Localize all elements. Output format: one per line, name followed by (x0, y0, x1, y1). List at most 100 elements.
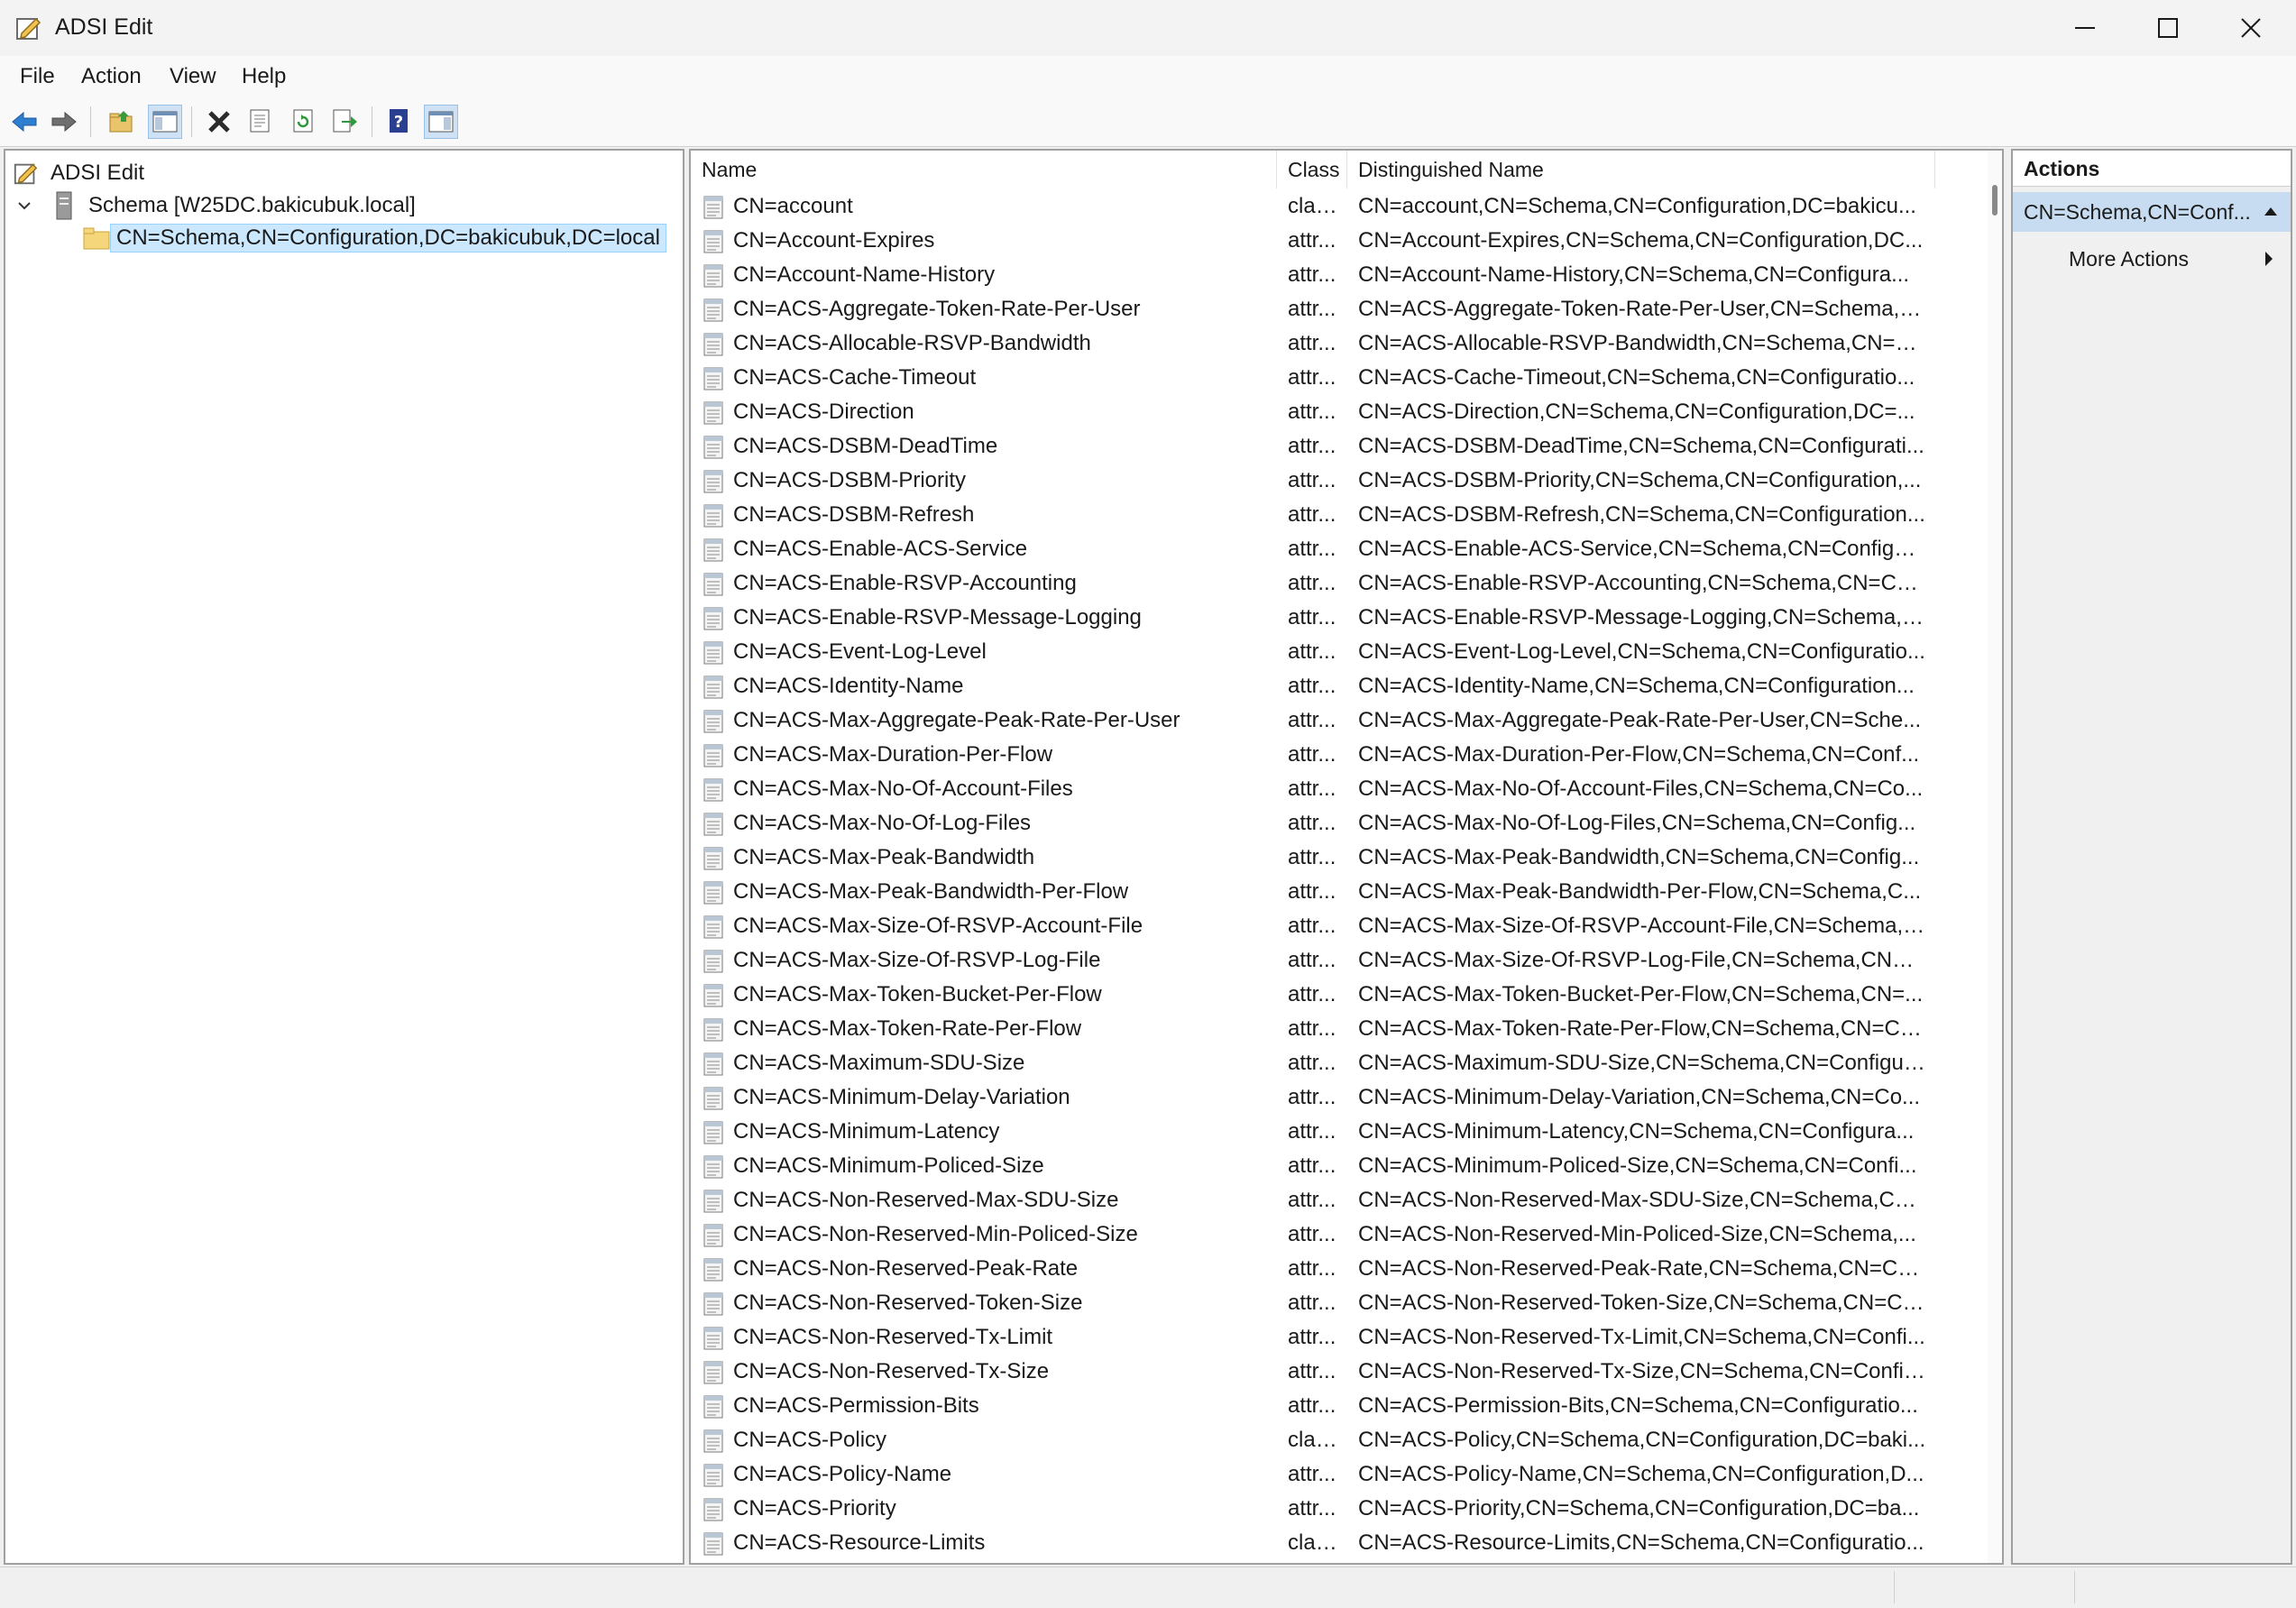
vertical-scrollbar[interactable] (1988, 151, 2002, 1563)
list-row[interactable]: CN=ACS-Non-Reserved-Tx-Limit attr... CN=AC… (691, 1319, 1989, 1354)
list-row[interactable]: CN=ACS-DSBM-Refresh attr... CN=ACS-DSBM-Re… (691, 497, 1989, 531)
list-row[interactable]: CN=ACS-Max-Size-Of-RSVP-Log-File attr... C… (691, 942, 1989, 977)
schema-object-icon (703, 1018, 723, 1042)
row-class: attr... (1288, 365, 1336, 390)
list-row[interactable]: CN=ACS-Policy clas... CN=ACS-Policy,CN=Sch… (691, 1422, 1989, 1456)
row-distinguished-name: CN=ACS-Minimum-Latency,CN=Schema,CN=Conf… (1358, 1119, 1915, 1144)
list-row[interactable]: CN=ACS-Permission-Bits attr... CN=ACS-Perm… (691, 1388, 1989, 1422)
delete-button[interactable] (202, 105, 236, 139)
list-row[interactable]: CN=ACS-Cache-Timeout attr... CN=ACS-Cache-… (691, 360, 1989, 394)
actions-header: Actions (2013, 151, 2291, 187)
list-row[interactable]: CN=ACS-Non-Reserved-Tx-Size attr... CN=ACS… (691, 1354, 1989, 1388)
status-segment (0, 1571, 1895, 1603)
help-button[interactable]: ? (382, 105, 417, 139)
menu-view[interactable]: View (170, 64, 216, 89)
properties-button[interactable] (243, 105, 278, 139)
column-header-class[interactable]: Class (1277, 151, 1347, 188)
row-name: CN=ACS-Direction (733, 400, 914, 424)
console-tree-pane: ADSI Edit Schema [W25DC.bakicubuk.local]… (4, 149, 684, 1565)
menu-help[interactable]: Help (242, 64, 286, 89)
list-row[interactable]: CN=ACS-Minimum-Delay-Variation attr... CN=… (691, 1080, 1989, 1114)
list-row[interactable]: CN=ACS-Max-No-Of-Account-Files attr... CN=… (691, 771, 1989, 805)
more-actions-item[interactable]: More Actions (2013, 241, 2291, 277)
list-row[interactable]: CN=ACS-Event-Log-Level attr... CN=ACS-Even… (691, 634, 1989, 668)
list-row[interactable]: CN=ACS-Policy-Name attr... CN=ACS-Policy-N… (691, 1456, 1989, 1491)
export-list-icon (333, 109, 357, 133)
row-distinguished-name: CN=ACS-Max-Token-Rate-Per-Flow,CN=Schema… (1358, 1016, 1926, 1041)
list-row[interactable]: CN=ACS-Max-Duration-Per-Flow attr... CN=AC… (691, 737, 1989, 771)
up-one-level-button[interactable] (105, 105, 139, 139)
forward-button[interactable] (47, 105, 81, 139)
list-row[interactable]: CN=ACS-Enable-RSVP-Message-Logging attr..… (691, 600, 1989, 634)
minimize-button[interactable] (2043, 0, 2126, 56)
list-row[interactable]: CN=ACS-Max-Token-Bucket-Per-Flow attr... C… (691, 977, 1989, 1011)
row-name: CN=ACS-DSBM-Priority (733, 468, 967, 492)
row-name: CN=ACS-Max-No-Of-Log-Files (733, 811, 1032, 835)
actions-section-header[interactable]: CN=Schema,CN=Conf... (2013, 192, 2291, 232)
close-button[interactable] (2209, 0, 2292, 56)
adsi-edit-app-icon (16, 17, 41, 40)
list-row[interactable]: CN=ACS-Enable-RSVP-Accounting attr... CN=A… (691, 565, 1989, 600)
row-name: CN=ACS-Non-Reserved-Min-Policed-Size (733, 1222, 1138, 1246)
list-row[interactable]: CN=ACS-Max-Peak-Bandwidth-Per-Flow attr..… (691, 874, 1989, 908)
show-hide-action-pane-button[interactable] (424, 105, 458, 139)
menu-file[interactable]: File (20, 64, 55, 89)
list-row[interactable]: CN=ACS-Minimum-Policed-Size attr... CN=ACS… (691, 1148, 1989, 1182)
row-class: attr... (1288, 982, 1336, 1006)
list-row[interactable]: CN=account clas... CN=account,CN=Schema,CN… (691, 188, 1989, 223)
list-row[interactable]: CN=ACS-Non-Reserved-Min-Policed-Size attr… (691, 1217, 1989, 1251)
row-distinguished-name: CN=ACS-Max-No-Of-Account-Files,CN=Schema… (1358, 776, 1924, 801)
row-distinguished-name: CN=ACS-Non-Reserved-Min-Policed-Size,CN=… (1358, 1222, 1916, 1246)
show-hide-action-pane-icon (428, 111, 454, 133)
list-row[interactable]: CN=ACS-Max-Size-Of-RSVP-Account-File attr… (691, 908, 1989, 942)
list-row[interactable]: CN=ACS-Non-Reserved-Peak-Rate attr... CN=A… (691, 1251, 1989, 1285)
list-row[interactable]: CN=ACS-DSBM-DeadTime attr... CN=ACS-DSBM-D… (691, 428, 1989, 463)
row-name: CN=ACS-Max-Aggregate-Peak-Rate-Per-User (733, 708, 1180, 732)
back-button[interactable] (7, 105, 41, 139)
row-class: attr... (1288, 674, 1336, 698)
list-row[interactable]: CN=ACS-Non-Reserved-Token-Size attr... CN=… (691, 1285, 1989, 1319)
row-class: attr... (1288, 434, 1336, 458)
row-class: attr... (1288, 468, 1336, 492)
column-header-distinguished-name[interactable]: Distinguished Name (1347, 151, 1935, 188)
row-class: clas... (1288, 1530, 1342, 1555)
row-name: CN=ACS-Max-No-Of-Account-Files (733, 776, 1073, 801)
row-distinguished-name: CN=ACS-DSBM-Priority,CN=Schema,CN=Config… (1358, 468, 1922, 492)
refresh-button[interactable] (287, 105, 321, 139)
row-distinguished-name: CN=ACS-Non-Reserved-Peak-Rate,CN=Schema,… (1358, 1256, 1926, 1281)
menu-bar: File Action View Help (0, 56, 2296, 98)
list-row[interactable]: CN=ACS-Identity-Name attr... CN=ACS-Identi… (691, 668, 1989, 703)
export-list-button[interactable] (328, 105, 363, 139)
list-row[interactable]: CN=ACS-Maximum-SDU-Size attr... CN=ACS-Max… (691, 1045, 1989, 1080)
chevron-down-icon[interactable] (16, 198, 32, 214)
row-name: CN=ACS-Cache-Timeout (733, 365, 977, 390)
column-header-name[interactable]: Name (691, 151, 1277, 188)
server-icon (56, 191, 72, 220)
list-row[interactable]: CN=ACS-Max-Peak-Bandwidth attr... CN=ACS-M… (691, 840, 1989, 874)
list-row[interactable]: CN=ACS-Resource-Limits clas... CN=ACS-Reso… (691, 1525, 1989, 1559)
list-row[interactable]: CN=Account-Expires attr... CN=Account-Expi… (691, 223, 1989, 257)
show-hide-console-tree-button[interactable] (148, 105, 182, 139)
list-row[interactable]: CN=ACS-Direction attr... CN=ACS-Direction,… (691, 394, 1989, 428)
tree-node-label: CN=Schema,CN=Configuration,DC=bakicubuk,… (110, 224, 666, 253)
list-row[interactable]: CN=ACS-DSBM-Priority attr... CN=ACS-DSBM-P… (691, 463, 1989, 497)
list-row[interactable]: CN=ACS-Allocable-RSVP-Bandwidth attr... CN… (691, 326, 1989, 360)
row-name: CN=ACS-Non-Reserved-Tx-Limit (733, 1325, 1053, 1349)
list-row[interactable]: CN=Account-Name-History attr... CN=Account… (691, 257, 1989, 291)
list-row[interactable]: CN=ACS-Max-Token-Rate-Per-Flow attr... CN=… (691, 1011, 1989, 1045)
scrollbar-thumb[interactable] (1992, 185, 1998, 216)
maximize-button[interactable] (2126, 0, 2209, 56)
list-row[interactable]: CN=ACS-Aggregate-Token-Rate-Per-User attr… (691, 291, 1989, 326)
list-row[interactable]: CN=ACS-Max-No-Of-Log-Files attr... CN=ACS-… (691, 805, 1989, 840)
list-row[interactable]: CN=ACS-Minimum-Latency attr... CN=ACS-Mini… (691, 1114, 1989, 1148)
list-row[interactable]: CN=ACS-Max-Aggregate-Peak-Rate-Per-User a… (691, 703, 1989, 737)
schema-object-icon (703, 641, 723, 665)
menu-action[interactable]: Action (81, 64, 142, 89)
row-name: CN=Account-Name-History (733, 262, 996, 287)
list-row[interactable]: CN=ACS-Enable-ACS-Service attr... CN=ACS-E… (691, 531, 1989, 565)
schema-object-icon (703, 881, 723, 905)
schema-object-icon (703, 1292, 723, 1316)
collapse-up-icon[interactable] (2264, 205, 2278, 217)
list-row[interactable]: CN=ACS-Priority attr... CN=ACS-Priority,CN… (691, 1491, 1989, 1525)
list-row[interactable]: CN=ACS-Non-Reserved-Max-SDU-Size attr... C… (691, 1182, 1989, 1217)
